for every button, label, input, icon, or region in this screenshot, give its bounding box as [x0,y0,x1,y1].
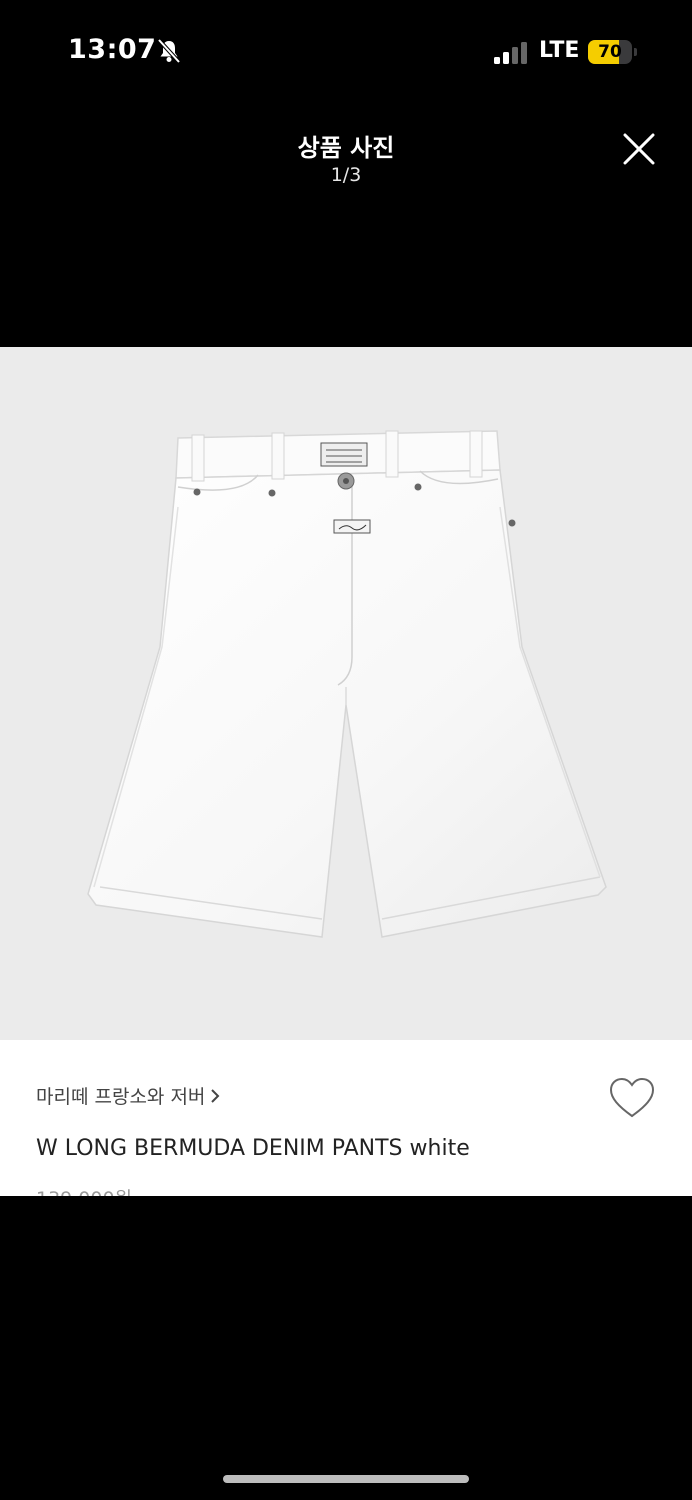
page-title: 상품 사진 [297,134,395,162]
product-name: W LONG BERMUDA DENIM PANTS white [36,1136,470,1161]
battery-icon: 70 [588,40,638,64]
shorts-image [87,430,607,938]
photo-counter: 1/3 [330,164,362,186]
signal-icon [494,42,527,64]
product-info-panel: 마리떼 프랑소와 저버 W LONG BERMUDA DENIM PANTS w… [0,1040,692,1196]
home-indicator[interactable] [223,1475,469,1483]
heart-icon[interactable] [608,1076,656,1120]
battery-percent: 70 [598,42,622,62]
chevron-right-icon [211,1088,220,1103]
brand-name: 마리떼 프랑소와 저버 [36,1086,206,1108]
product-photo[interactable] [0,347,692,1040]
product-price: 139,000원 [36,1184,132,1196]
status-time: 13:07 [68,34,157,65]
status-bar: 13:07 LTE 70 [0,0,692,100]
viewer-header: 상품 사진 1/3 [0,120,692,200]
bell-slash-icon [157,38,181,64]
brand-link[interactable]: 마리떼 프랑소와 저버 [36,1082,221,1109]
network-type: LTE [539,38,580,63]
close-icon[interactable] [622,132,656,166]
